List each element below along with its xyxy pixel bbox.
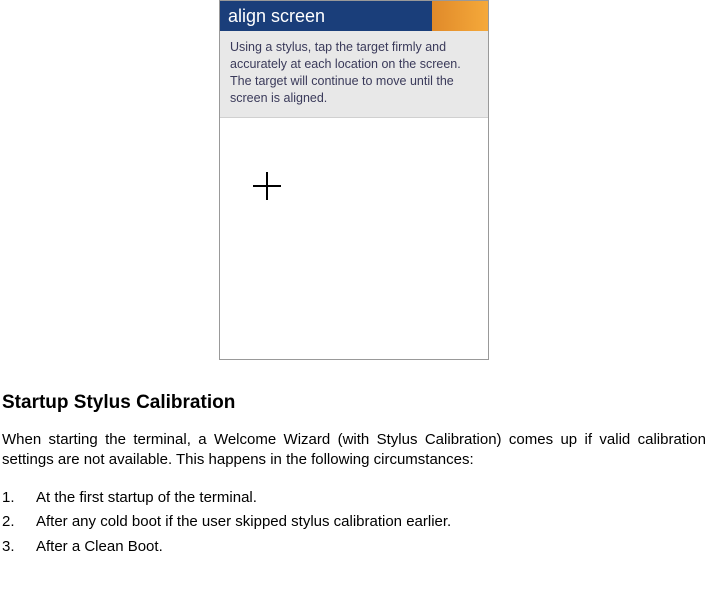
- screen-title: align screen: [220, 1, 432, 31]
- header-accent: [432, 1, 488, 31]
- list-item: At the first startup of the terminal.: [2, 487, 706, 510]
- calibration-target-area[interactable]: [220, 118, 488, 360]
- list-item: After a Clean Boot.: [2, 536, 706, 559]
- circumstances-list: At the first startup of the terminal. Af…: [2, 487, 706, 559]
- instruction-text: Using a stylus, tap the target firmly an…: [220, 31, 488, 118]
- crosshair-icon[interactable]: [253, 172, 281, 200]
- section-paragraph: When starting the terminal, a Welcome Wi…: [2, 430, 706, 471]
- device-screenshot: align screen Using a stylus, tap the tar…: [219, 0, 489, 360]
- device-header: align screen: [220, 1, 488, 31]
- list-item: After any cold boot if the user skipped …: [2, 511, 706, 534]
- section-heading: Startup Stylus Calibration: [2, 392, 706, 414]
- document-section: Startup Stylus Calibration When starting…: [2, 392, 706, 560]
